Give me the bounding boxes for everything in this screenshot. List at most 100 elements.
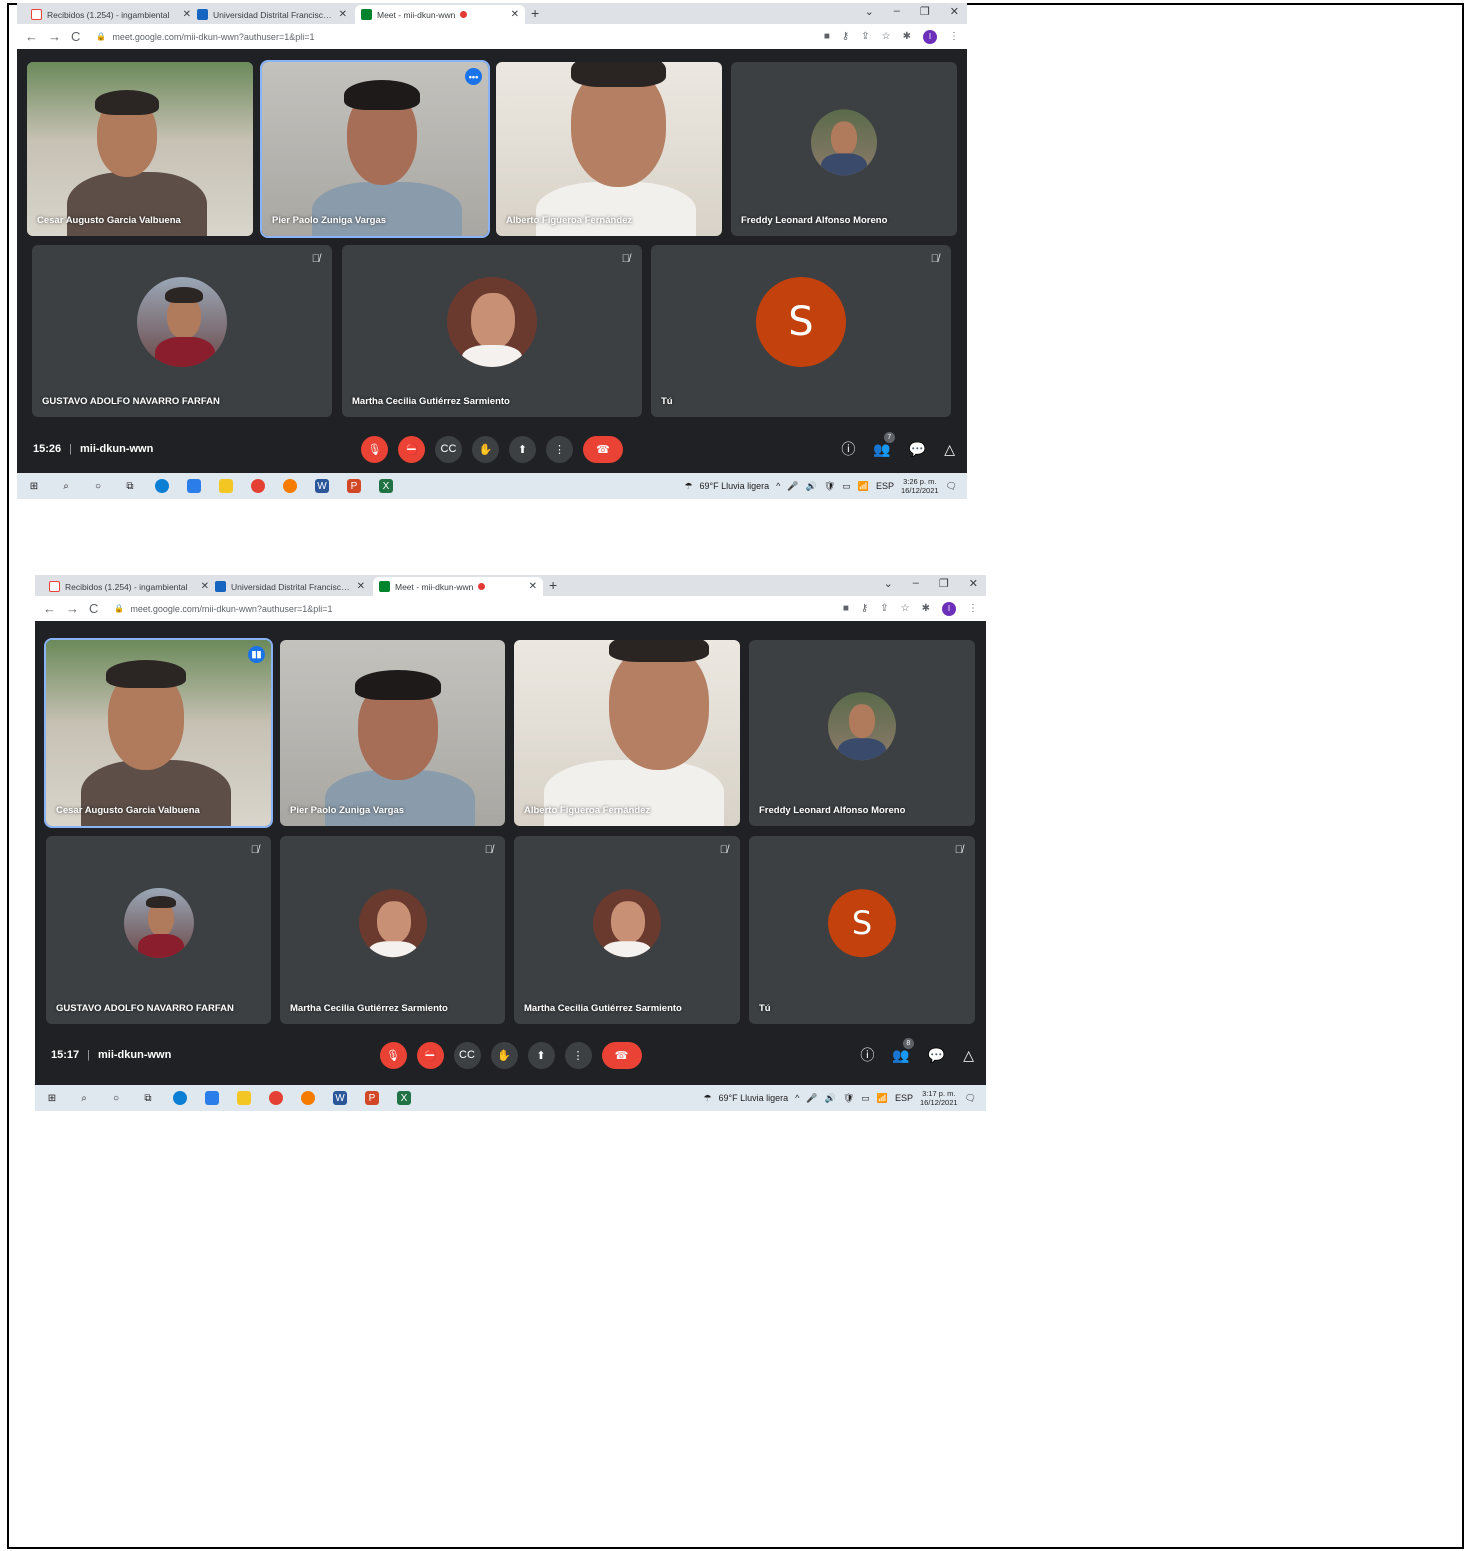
minimize-button[interactable]: – — [913, 577, 919, 590]
present-button[interactable]: ⬆ — [527, 1041, 555, 1069]
excel-icon[interactable]: X — [379, 479, 393, 493]
cortana-icon[interactable]: ○ — [91, 479, 105, 493]
language-indicator[interactable]: ESP — [876, 481, 894, 491]
participant-tile[interactable]: Freddy Leonard Alfonso Moreno — [731, 62, 957, 236]
raise-hand-button[interactable]: ✋ — [490, 1041, 518, 1069]
edge-icon[interactable] — [173, 1091, 187, 1105]
activities-icon[interactable]: △ — [963, 1047, 974, 1064]
chrome-icon[interactable] — [251, 479, 265, 493]
windows-start-icon[interactable]: ⊞ — [27, 479, 41, 493]
new-tab-button[interactable]: + — [531, 5, 539, 21]
tray-expand-icon[interactable]: ^ — [795, 1093, 799, 1103]
powerpoint-icon[interactable]: P — [365, 1091, 379, 1105]
minimize-button[interactable]: – — [894, 5, 900, 18]
close-icon[interactable]: ✕ — [201, 581, 209, 592]
tab-universidad[interactable]: Universidad Distrital Francisco Jo ✕ — [209, 577, 371, 596]
chat-icon[interactable]: 💬 — [909, 441, 926, 458]
tab-gmail[interactable]: Recibidos (1.254) - ingambiental ✕ — [25, 5, 197, 24]
restore-button[interactable]: ❐ — [939, 577, 949, 590]
participant-tile[interactable]: 🎙̸ S Tú — [749, 836, 975, 1024]
captions-button[interactable]: CC — [453, 1041, 481, 1069]
camera-toggle-button[interactable]: ⛔ — [398, 435, 425, 463]
new-tab-button[interactable]: + — [549, 577, 557, 593]
info-icon[interactable]: ⓘ — [860, 1045, 874, 1065]
close-window-button[interactable]: ✕ — [950, 5, 959, 18]
participant-tile[interactable]: 🎙̸ Martha Cecilia Gutiérrez Sarmiento — [514, 836, 740, 1024]
cortana-icon[interactable]: ○ — [109, 1091, 123, 1105]
profile-avatar[interactable]: I — [923, 29, 937, 44]
word-icon[interactable]: W — [315, 479, 329, 493]
forward-icon[interactable]: → — [48, 29, 61, 44]
participant-tile[interactable]: Pier Paolo Zuniga Vargas — [280, 640, 505, 826]
close-icon[interactable]: ✕ — [529, 581, 537, 592]
participant-tile[interactable]: 🎙̸ GUSTAVO ADOLFO NAVARRO FARFAN — [32, 245, 332, 417]
camera-icon[interactable]: ■ — [824, 31, 830, 42]
participant-tile[interactable]: ••• Pier Paolo Zuniga Vargas — [260, 60, 490, 238]
excel-icon[interactable]: X — [397, 1091, 411, 1105]
leave-call-button[interactable]: ☎ — [583, 435, 623, 463]
tab-search-icon[interactable]: ⌄ — [884, 577, 893, 590]
reload-icon[interactable]: C — [89, 601, 98, 616]
participant-tile[interactable]: Alberto Figueroa Fernández — [514, 640, 740, 826]
close-icon[interactable]: ✕ — [339, 9, 347, 20]
close-icon[interactable]: ✕ — [183, 9, 191, 20]
leave-call-button[interactable]: ☎ — [601, 1041, 642, 1069]
key-icon[interactable]: ⚷ — [842, 31, 849, 42]
people-icon[interactable]: 👥 8 — [892, 1037, 914, 1064]
more-options-button[interactable]: ⋮ — [546, 435, 573, 463]
tab-universidad[interactable]: Universidad Distrital Francisco Jo ✕ — [191, 5, 353, 24]
zoom-icon[interactable] — [187, 479, 201, 493]
url-field[interactable]: 🔒 meet.google.com/mii-dkun-wwn?authuser=1… — [96, 32, 314, 42]
file-explorer-icon[interactable] — [237, 1091, 251, 1105]
extensions-icon[interactable]: ✱ — [903, 31, 911, 42]
participant-tile[interactable]: 🎙̸ Martha Cecilia Gutiérrez Sarmiento — [342, 245, 642, 417]
volume-icon[interactable]: 🔊 — [825, 1093, 836, 1104]
search-icon[interactable]: ⌕ — [77, 1091, 91, 1105]
language-indicator[interactable]: ESP — [895, 1093, 913, 1103]
more-options-button[interactable]: ⋮ — [564, 1041, 592, 1069]
raise-hand-button[interactable]: ✋ — [472, 435, 499, 463]
notifications-icon[interactable]: 🗨 — [965, 1093, 976, 1104]
camera-toggle-button[interactable]: ⛔ — [416, 1041, 444, 1069]
menu-icon[interactable]: ⋮ — [949, 31, 959, 42]
file-explorer-icon[interactable] — [219, 479, 233, 493]
present-button[interactable]: ⬆ — [509, 435, 536, 463]
close-icon[interactable]: ✕ — [511, 9, 519, 20]
close-window-button[interactable]: ✕ — [969, 577, 978, 590]
activities-icon[interactable]: △ — [944, 441, 955, 458]
close-icon[interactable]: ✕ — [357, 581, 365, 592]
task-view-icon[interactable]: ⧉ — [141, 1091, 155, 1105]
task-view-icon[interactable]: ⧉ — [123, 479, 137, 493]
url-field[interactable]: 🔒 meet.google.com/mii-dkun-wwn?authuser=1… — [114, 604, 332, 614]
share-icon[interactable]: ⇪ — [861, 31, 869, 42]
notifications-icon[interactable]: 🗨 — [946, 481, 957, 492]
firefox-icon[interactable] — [301, 1091, 315, 1105]
participant-tile[interactable]: ▮▮ Cesar Augusto Garcia Valbuena — [44, 638, 273, 828]
participant-tile[interactable]: Alberto Figueroa Fernández — [496, 62, 722, 236]
tray-expand-icon[interactable]: ^ — [776, 481, 780, 491]
word-icon[interactable]: W — [333, 1091, 347, 1105]
mic-toggle-button[interactable]: 🎙 — [379, 1041, 407, 1069]
tab-meet[interactable]: Meet - mii-dkun-wwn ✕ — [355, 5, 525, 24]
key-icon[interactable]: ⚷ — [861, 603, 868, 614]
powerpoint-icon[interactable]: P — [347, 479, 361, 493]
info-icon[interactable]: ⓘ — [841, 439, 855, 459]
star-icon[interactable]: ☆ — [882, 31, 891, 42]
more-options-icon[interactable]: ••• — [465, 68, 482, 85]
mic-toggle-button[interactable]: 🎙 — [361, 435, 388, 463]
tab-search-icon[interactable]: ⌄ — [865, 5, 874, 18]
participant-tile[interactable]: Freddy Leonard Alfonso Moreno — [749, 640, 975, 826]
edge-icon[interactable] — [155, 479, 169, 493]
star-icon[interactable]: ☆ — [901, 603, 910, 614]
camera-icon[interactable]: ■ — [843, 603, 849, 614]
back-icon[interactable]: ← — [43, 601, 56, 616]
captions-button[interactable]: CC — [435, 435, 462, 463]
tab-gmail[interactable]: Recibidos (1.254) - ingambiental ✕ — [43, 577, 215, 596]
taskbar-clock[interactable]: 3:17 p. m. 16/12/2021 — [920, 1089, 958, 1107]
weather-text[interactable]: 69°F Lluvia ligera — [719, 1093, 789, 1103]
zoom-icon[interactable] — [205, 1091, 219, 1105]
wifi-icon[interactable]: 📶 — [877, 1093, 888, 1104]
participant-tile[interactable]: 🎙̸ S Tú — [651, 245, 951, 417]
share-icon[interactable]: ⇪ — [880, 603, 888, 614]
tab-meet[interactable]: Meet - mii-dkun-wwn ✕ — [373, 577, 543, 596]
